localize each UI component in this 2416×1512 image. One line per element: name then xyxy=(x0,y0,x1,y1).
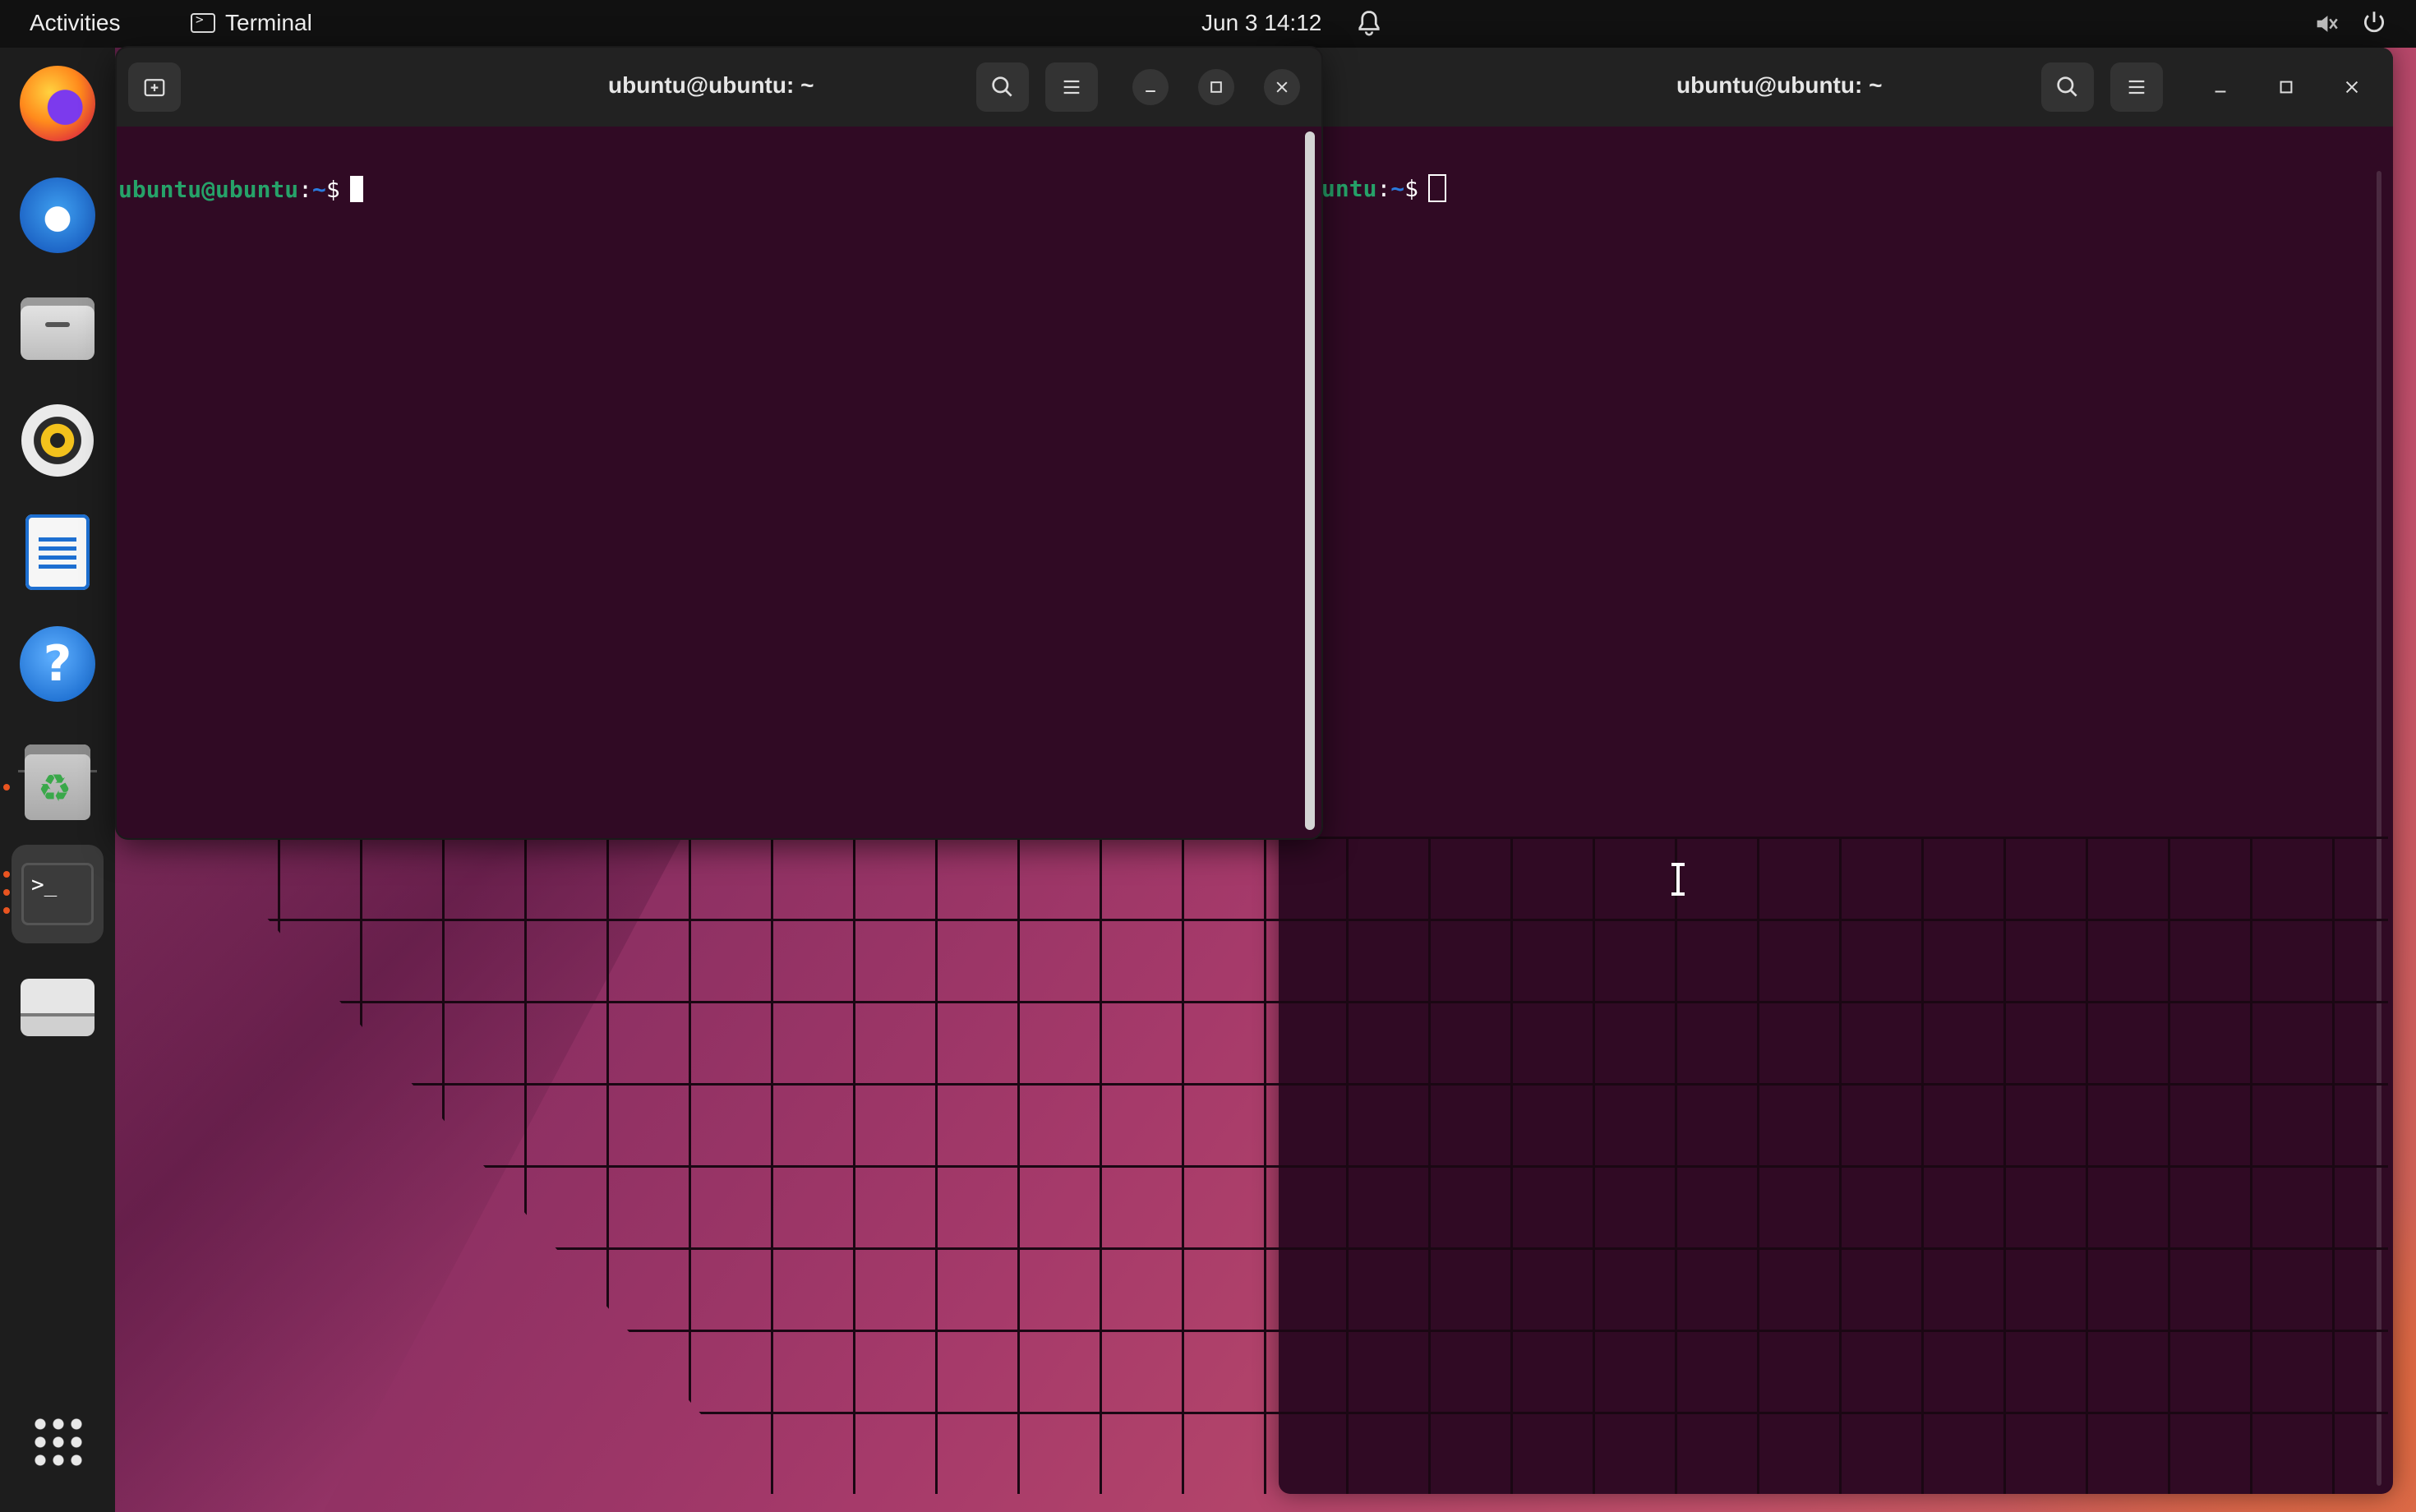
close-button[interactable] xyxy=(2334,69,2370,105)
prompt-separator: : xyxy=(1376,175,1391,202)
dock-trash[interactable] xyxy=(12,736,104,828)
notification-bell-icon[interactable] xyxy=(1354,8,1384,38)
prompt-symbol: $ xyxy=(325,176,340,203)
hamburger-menu-icon xyxy=(1063,80,1080,94)
minimize-icon xyxy=(1146,90,1155,92)
terminal-icon: >_ xyxy=(21,863,94,925)
search-button[interactable] xyxy=(2041,62,2094,112)
rhythmbox-icon xyxy=(21,404,94,477)
clock[interactable]: Jun 3 14:12 xyxy=(1201,10,1321,36)
new-tab-icon xyxy=(144,79,165,97)
terminal-window-front[interactable]: ubuntu@ubuntu: ~ ubuntu@ubuntu:~$ xyxy=(117,48,1321,838)
dock-terminal[interactable]: >_ xyxy=(12,845,104,943)
terminal-body[interactable]: ubuntu@ubuntu:~$ xyxy=(117,127,1321,838)
running-indicator xyxy=(3,871,10,878)
search-button[interactable] xyxy=(976,62,1029,112)
search-icon xyxy=(2057,76,2077,97)
close-icon xyxy=(2345,81,2358,94)
drive-icon xyxy=(21,979,95,1036)
terminal-small-icon xyxy=(191,12,215,33)
sound-muted-icon[interactable] xyxy=(2312,10,2340,38)
maximize-icon xyxy=(1210,81,1222,93)
dock-writer[interactable] xyxy=(12,506,104,598)
close-icon xyxy=(1276,81,1288,93)
prompt-line: untu:~$ xyxy=(1321,174,1447,202)
app-menu[interactable]: Terminal xyxy=(191,10,312,36)
dock-rhythmbox[interactable] xyxy=(12,394,104,486)
text-cursor xyxy=(349,176,363,202)
window-title: ubuntu@ubuntu: ~ xyxy=(608,72,814,98)
prompt-user: untu xyxy=(1321,175,1377,202)
menu-button[interactable] xyxy=(1045,62,1098,112)
maximize-button[interactable] xyxy=(1198,69,1234,105)
minimize-icon xyxy=(2215,90,2226,93)
show-apps-button[interactable] xyxy=(12,1395,104,1487)
activities-button[interactable]: Activities xyxy=(30,10,120,36)
thunderbird-icon xyxy=(20,177,95,253)
scrollbar[interactable] xyxy=(1305,131,1315,830)
power-icon[interactable] xyxy=(2360,8,2388,36)
maximize-icon xyxy=(2280,81,2293,94)
menu-button[interactable] xyxy=(2110,62,2163,112)
dock-thunderbird[interactable] xyxy=(12,169,104,261)
dock-firefox[interactable] xyxy=(12,58,104,150)
dock-files[interactable] xyxy=(12,283,104,375)
help-icon: ? xyxy=(20,626,95,702)
prompt-symbol: $ xyxy=(1404,175,1419,202)
hamburger-menu-icon xyxy=(2128,80,2145,94)
minimize-button[interactable] xyxy=(1132,69,1169,105)
close-button[interactable] xyxy=(1264,69,1300,105)
top-bar: Activities Terminal Jun 3 14:12 xyxy=(0,0,2416,48)
dock: ? >_ xyxy=(0,48,115,1512)
libreoffice-writer-icon xyxy=(25,514,90,590)
running-indicator xyxy=(3,889,10,896)
prompt-line: ubuntu@ubuntu:~$ xyxy=(118,176,363,203)
firefox-icon xyxy=(20,66,95,141)
search-icon xyxy=(992,76,1012,97)
prompt-user: ubuntu@ubuntu xyxy=(118,176,299,203)
minimize-button[interactable] xyxy=(2202,69,2238,105)
headerbar: ubuntu@ubuntu: ~ xyxy=(1279,48,2393,127)
prompt-path: ~ xyxy=(312,176,326,203)
trash-icon xyxy=(25,744,90,820)
window-title: ubuntu@ubuntu: ~ xyxy=(1676,72,1883,98)
dock-help[interactable]: ? xyxy=(12,618,104,710)
new-tab-button[interactable] xyxy=(128,62,181,112)
running-indicator xyxy=(3,907,10,914)
running-indicator xyxy=(3,784,10,791)
maximize-button[interactable] xyxy=(2268,69,2304,105)
mouse-ibeam-cursor-icon xyxy=(1671,863,1685,896)
app-grid-icon xyxy=(31,1415,84,1468)
prompt-separator: : xyxy=(298,176,313,203)
dock-drive[interactable] xyxy=(12,961,104,1053)
files-icon xyxy=(21,297,95,360)
prompt-path: ~ xyxy=(1390,175,1405,202)
text-cursor xyxy=(1428,174,1447,202)
app-menu-label: Terminal xyxy=(225,10,312,35)
headerbar: ubuntu@ubuntu: ~ xyxy=(117,48,1321,127)
